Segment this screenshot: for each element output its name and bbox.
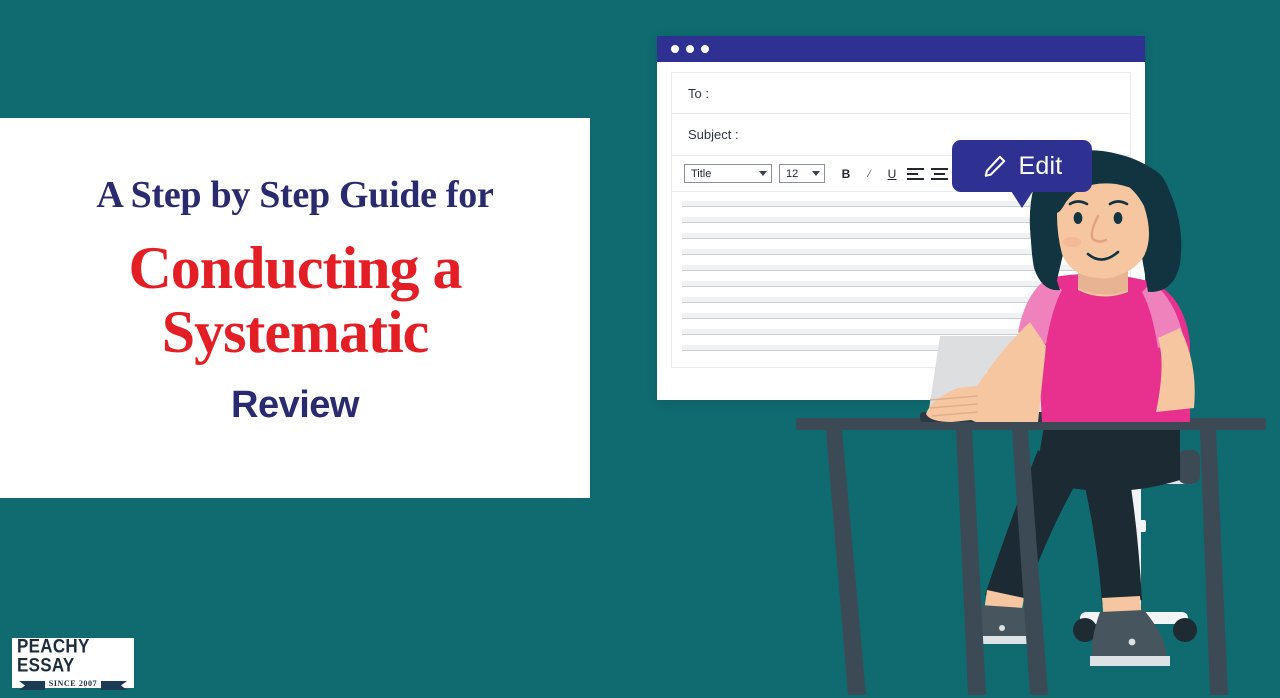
cheek-blush xyxy=(1063,237,1081,247)
window-minimize-dot[interactable] xyxy=(686,45,694,53)
headline-line-3: Systematic xyxy=(161,298,430,365)
pencil-icon xyxy=(984,155,1005,177)
peachy-essay-logo: PEACHY ESSAY SINCE 2007 xyxy=(12,635,134,688)
window-titlebar xyxy=(657,36,1145,62)
window-close-dot[interactable] xyxy=(671,45,679,53)
logo-wordmark: PEACHY ESSAY xyxy=(17,635,90,677)
to-field[interactable]: To : xyxy=(671,72,1131,114)
eye-right xyxy=(1113,212,1123,224)
edit-badge-label: Edit xyxy=(1018,151,1063,180)
title-card: A Step by Step Guide for Conducting a Sy… xyxy=(0,118,590,498)
headline-line-1: A Step by Step Guide for xyxy=(96,174,494,216)
eye-left xyxy=(1073,212,1083,224)
to-field-label: To : xyxy=(688,85,709,101)
logo-tagline: SINCE 2007 xyxy=(48,679,98,688)
subject-field-label: Subject : xyxy=(688,127,739,142)
sneakers xyxy=(968,605,1170,666)
window-maximize-dot[interactable] xyxy=(701,45,709,53)
paragraph-style-value: Title xyxy=(691,167,712,180)
paragraph-style-select[interactable]: Title xyxy=(684,164,772,183)
headline-line-2: Conducting a xyxy=(128,235,462,301)
headline-line-4: Review xyxy=(231,383,359,426)
edit-tooltip-badge[interactable]: Edit xyxy=(952,140,1092,208)
logo-ribbon: SINCE 2007 xyxy=(19,679,127,688)
woman-at-desk-illustration xyxy=(796,150,1266,695)
chevron-down-icon xyxy=(759,171,767,176)
